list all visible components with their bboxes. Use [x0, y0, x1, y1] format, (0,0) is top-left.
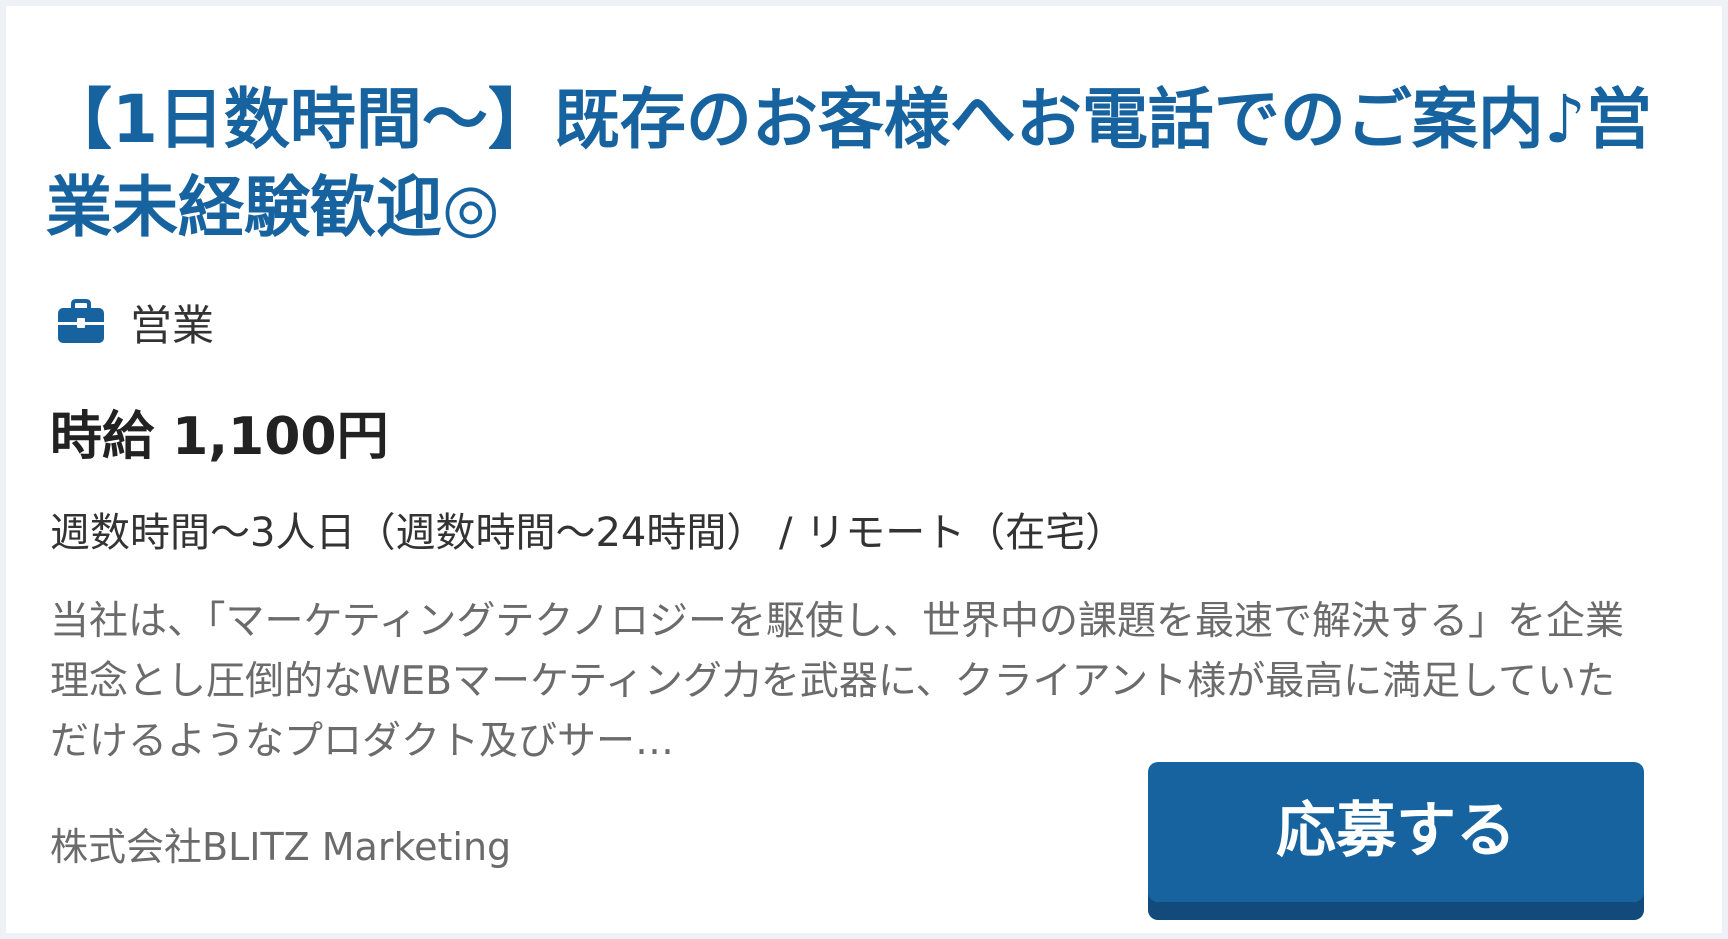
- company-name: 株式会社BLITZ Marketing: [50, 825, 512, 869]
- job-description: 当社は、「マーケティングテクノロジーを駆使し、世界中の課題を最速で解決する」を企…: [50, 599, 1625, 764]
- job-title[interactable]: 【1日数時間～】既存のお客様へお電話でのご案内♪営業未経験歓迎◎: [46, 76, 1666, 252]
- apply-button[interactable]: 応募する: [1148, 762, 1644, 902]
- job-card: 【1日数時間～】既存のお客様へお電話でのご案内♪営業未経験歓迎◎ 営業 時給 1…: [6, 6, 1722, 933]
- job-category: 営業: [56, 292, 214, 352]
- briefcase-icon: [56, 299, 106, 345]
- job-wage: 時給 1,100円: [50, 407, 389, 467]
- job-schedule: 週数時間～3人日（週数時間～24時間） / リモート（在宅）: [50, 510, 1126, 556]
- job-category-label: 営業: [130, 300, 215, 350]
